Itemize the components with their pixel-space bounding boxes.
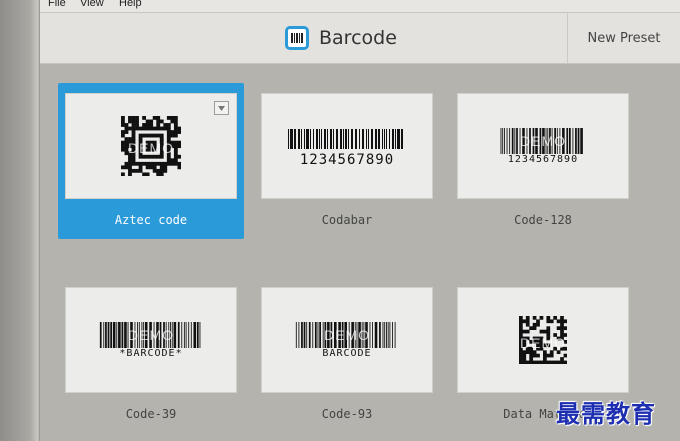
preset-tile[interactable]: *BARCODE* DEMO Code-39 xyxy=(58,277,244,433)
preset-label: Aztec code xyxy=(114,213,188,227)
barcode-human-text: 1234567890 xyxy=(299,151,395,168)
preset-preview-card[interactable]: *BARCODE* DEMO xyxy=(66,288,236,392)
chevron-down-icon xyxy=(218,105,225,111)
preset-preview-card[interactable]: BARCODE DEMO xyxy=(262,288,432,392)
menu-help[interactable]: Help xyxy=(119,0,142,9)
window-edge xyxy=(0,0,40,441)
barcode-bars xyxy=(288,128,403,149)
preset-label: Code-39 xyxy=(125,407,177,421)
demo-overlay: DEMO xyxy=(520,133,566,150)
header: Barcode New Preset xyxy=(40,13,680,64)
menu-view[interactable]: View xyxy=(80,0,104,9)
barcode-preview: BARCODE DEMO xyxy=(288,321,406,359)
barcode-preview: 1234567890 DEMO xyxy=(494,127,592,165)
barcode-preview: *BARCODE* DEMO xyxy=(92,321,210,359)
demo-overlay: DEMO xyxy=(324,327,370,344)
new-preset-button[interactable]: New Preset xyxy=(568,13,680,63)
app-title-group: Barcode xyxy=(285,24,397,52)
preset-label: Code-128 xyxy=(514,213,572,227)
preset-tile[interactable]: 1234567890 Codabar xyxy=(254,83,440,239)
demo-overlay: DEMO xyxy=(128,140,174,156)
preset-preview-card[interactable]: DEMO xyxy=(66,94,236,198)
barcode-preview: 1234567890 xyxy=(288,126,406,167)
menu-file[interactable]: File xyxy=(48,0,66,9)
barcode-preview: DEMO xyxy=(519,316,567,364)
demo-overlay: DEMO xyxy=(128,327,174,344)
preset-preview-card[interactable]: DEMO xyxy=(458,288,628,392)
barcode-app-icon xyxy=(285,26,309,50)
watermark-text: 最需教育 xyxy=(556,399,656,428)
barcode-human-text: 1234567890 xyxy=(507,153,579,165)
preset-label: Code-93 xyxy=(321,407,373,421)
menu-bar: File View Help xyxy=(40,0,680,13)
preset-preview-card[interactable]: 1234567890 xyxy=(262,94,432,198)
barcode-human-text: *BARCODE* xyxy=(119,347,183,359)
demo-overlay: DEMO xyxy=(520,335,566,352)
preset-tile[interactable]: BARCODE DEMO Code-93 xyxy=(254,277,440,433)
preset-label: Codabar xyxy=(321,213,373,227)
barcode-preview: DEMO xyxy=(121,116,181,176)
preset-preview-card[interactable]: 1234567890 DEMO xyxy=(458,94,628,198)
app-title: Barcode xyxy=(319,27,397,49)
preset-tile[interactable]: DEMO Aztec code xyxy=(58,83,244,239)
barcode-human-text: BARCODE xyxy=(322,347,372,359)
preset-tile[interactable]: 1234567890 DEMO Code-128 xyxy=(450,83,636,239)
tile-options-dropdown[interactable] xyxy=(214,101,229,115)
